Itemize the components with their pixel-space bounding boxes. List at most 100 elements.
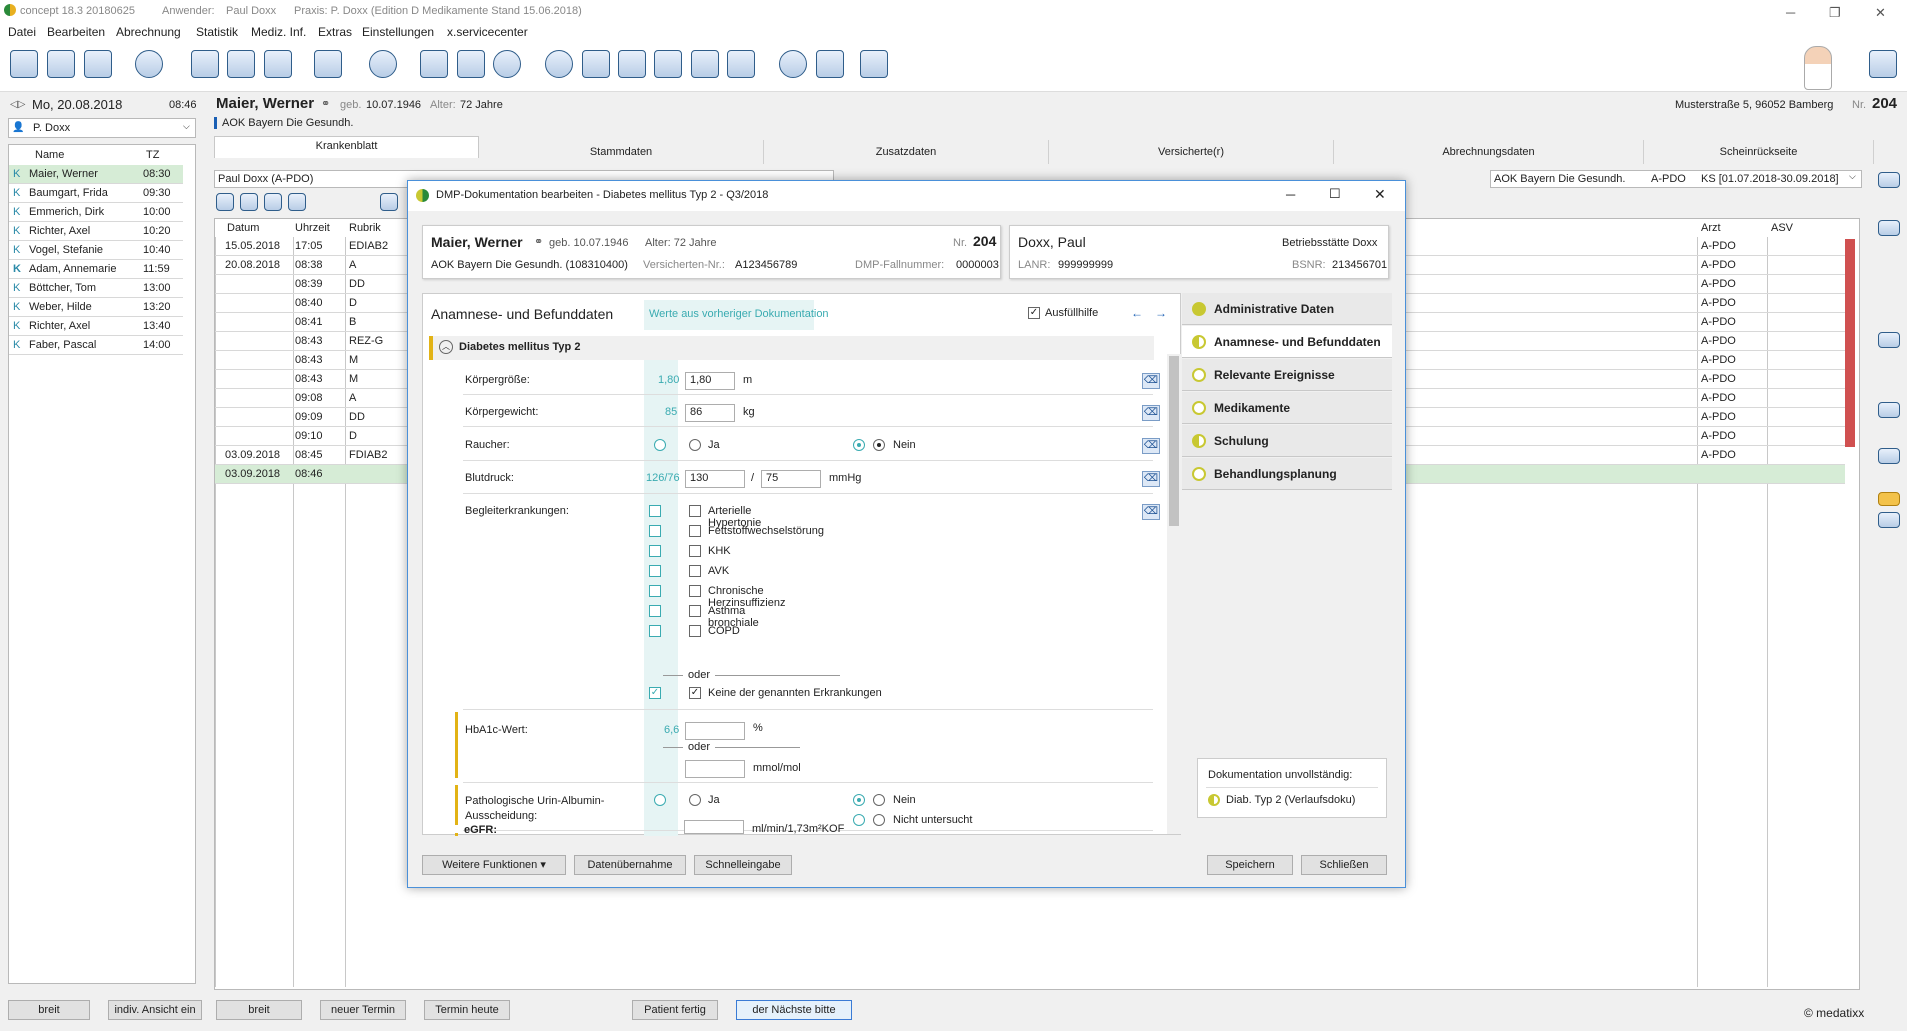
doc-status-item[interactable]: Diab. Typ 2 (Verlaufsdoku) — [1226, 794, 1355, 806]
monitor-icon[interactable] — [618, 50, 646, 78]
side-dd-icon[interactable] — [1878, 402, 1900, 418]
archive-icon[interactable] — [816, 50, 844, 78]
home-icon[interactable] — [727, 50, 755, 78]
tab-abrechnungsdaten[interactable]: Abrechnungsdaten — [1334, 140, 1644, 164]
hba1c-percent-input[interactable] — [685, 722, 745, 740]
raucher-nein-radio[interactable] — [873, 439, 885, 451]
clear-koerpergroesse-icon[interactable]: ⌫ — [1142, 373, 1160, 389]
dialog-close-icon[interactable]: ✕ — [1374, 186, 1386, 203]
side-check-icon[interactable] — [1878, 512, 1900, 528]
begleit-checkbox[interactable] — [689, 545, 701, 557]
group-header[interactable]: ︿ Diabetes mellitus Typ 2 — [429, 336, 1154, 360]
raucher-ja-radio[interactable] — [689, 439, 701, 451]
exit-icon[interactable] — [1869, 50, 1897, 78]
restore-icon[interactable]: ❐ — [1829, 5, 1841, 21]
mail-block-icon[interactable] — [369, 50, 397, 78]
tab-krankenblatt[interactable]: Krankenblatt — [214, 136, 479, 158]
tab-zusatzdaten[interactable]: Zusatzdaten — [764, 140, 1049, 164]
patient-list-item[interactable]: K Faber, Pascal 14:00 — [9, 336, 183, 355]
menu-einstellungen[interactable]: Einstellungen — [362, 25, 434, 39]
urin-ja-radio[interactable] — [689, 794, 701, 806]
breit-button[interactable]: breit — [216, 1000, 302, 1020]
menu-datei[interactable]: Datei — [8, 25, 36, 39]
egfr-input[interactable] — [684, 820, 744, 834]
info-icon[interactable] — [860, 50, 888, 78]
doc-settings-icon[interactable] — [288, 193, 306, 211]
menu-statistik[interactable]: Statistik — [196, 25, 238, 39]
begleit-checkbox[interactable] — [689, 605, 701, 617]
refresh-icon[interactable] — [779, 50, 807, 78]
begleit-checkbox[interactable] — [689, 525, 701, 537]
tab-stammdaten[interactable]: Stammdaten — [479, 140, 764, 164]
day-nav-icon[interactable]: ◁▷ — [10, 99, 25, 110]
menu-bearbeiten[interactable]: Bearbeiten — [47, 25, 105, 39]
patient-list-item[interactable]: K Adam, Annemarie 11:59 — [9, 260, 183, 279]
indiv-view-button[interactable]: indiv. Ansicht ein — [108, 1000, 202, 1020]
side-chart-icon[interactable] — [1878, 332, 1900, 348]
billing-icon[interactable] — [691, 50, 719, 78]
nav-anamnese[interactable]: Anamnese- und Befunddaten — [1182, 326, 1392, 358]
form-scrollbar[interactable] — [1167, 354, 1181, 834]
calendar-icon[interactable] — [582, 50, 610, 78]
urin-nicht-radio[interactable] — [873, 814, 885, 826]
save-button[interactable]: Speichern — [1207, 855, 1293, 875]
nav-behandlungsplanung[interactable]: Behandlungsplanung — [1182, 458, 1392, 490]
weitere-funktionen-button[interactable]: Weitere Funktionen ▾ — [422, 855, 566, 875]
form-scrollbar-thumb[interactable] — [1169, 356, 1179, 526]
bd-diastolic-input[interactable]: 75 — [761, 470, 821, 488]
clear-blutdruck-icon[interactable]: ⌫ — [1142, 471, 1160, 487]
records-icon[interactable] — [191, 50, 219, 78]
doc-edit-icon[interactable] — [264, 193, 282, 211]
patient-list-item[interactable]: K Richter, Axel 10:20 — [9, 222, 183, 241]
globe-icon[interactable] — [493, 50, 521, 78]
keine-checkbox[interactable]: ✓ — [689, 687, 701, 699]
clear-begleit-icon[interactable]: ⌫ — [1142, 504, 1160, 520]
nav-ereignisse[interactable]: Relevante Ereignisse — [1182, 359, 1392, 391]
side-doc-icon[interactable] — [1878, 448, 1900, 464]
patient-list-item[interactable]: K Weber, Hilde 13:20 — [9, 298, 183, 317]
mail-icon[interactable] — [420, 50, 448, 78]
datenuebernahme-button[interactable]: Datenübernahme — [574, 855, 686, 875]
dialog-minimize-icon[interactable]: ─ — [1286, 187, 1295, 202]
mail-send-icon[interactable] — [457, 50, 485, 78]
patient-add-icon[interactable] — [84, 50, 112, 78]
arrow-right-icon[interactable]: → — [1155, 306, 1167, 320]
patient-list-item[interactable]: K Vogel, Stefanie 10:40 — [9, 241, 183, 260]
tab-versicherte[interactable]: Versicherte(r) — [1049, 140, 1334, 164]
side-card-icon[interactable] — [1878, 172, 1900, 188]
gewicht-input[interactable]: 86 — [685, 404, 735, 422]
collapse-icon[interactable]: ︿ — [439, 340, 453, 354]
menu-mediz-inf[interactable]: Mediz. Inf. — [251, 25, 306, 39]
chart-icon[interactable] — [654, 50, 682, 78]
patient-list-item[interactable]: K Böttcher, Tom 13:00 — [9, 279, 183, 298]
search-icon[interactable] — [135, 50, 163, 78]
side-camera-icon[interactable] — [1878, 220, 1900, 236]
doctor-select[interactable]: 👤 P. Doxx ⌵ — [8, 118, 196, 138]
bd-systolic-input[interactable]: 130 — [685, 470, 745, 488]
nav-administrative[interactable]: Administrative Daten — [1182, 293, 1392, 325]
patient-list-item[interactable]: K Maier, Werner 08:30 — [9, 165, 183, 184]
appointment-today-button[interactable]: Termin heute — [424, 1000, 510, 1020]
side-dmp-icon[interactable] — [1878, 492, 1900, 506]
begleit-checkbox[interactable] — [689, 585, 701, 597]
menu-abrechnung[interactable]: Abrechnung — [116, 25, 181, 39]
koerpergroesse-input[interactable]: 1,80 — [685, 372, 735, 390]
patient-list-item[interactable]: K Emmerich, Dirk 10:00 — [9, 203, 183, 222]
menu-servicecenter[interactable]: x.servicecenter — [447, 25, 528, 39]
nav-medikamente[interactable]: Medikamente — [1182, 392, 1392, 424]
dialog-maximize-icon[interactable]: ☐ — [1329, 186, 1341, 202]
menu-extras[interactable]: Extras — [318, 25, 352, 39]
patient-list-item[interactable]: K Richter, Axel 13:40 — [9, 317, 183, 336]
schnelleingabe-button[interactable]: Schnelleingabe — [694, 855, 792, 875]
patient-done-button[interactable]: Patient fertig — [632, 1000, 718, 1020]
breit-button-left[interactable]: breit — [8, 1000, 90, 1020]
urin-nein-radio[interactable] — [873, 794, 885, 806]
clear-gewicht-icon[interactable]: ⌫ — [1142, 405, 1160, 421]
chart-line-icon[interactable] — [380, 193, 398, 211]
clock-icon[interactable] — [545, 50, 573, 78]
begleit-checkbox[interactable] — [689, 625, 701, 637]
close-button[interactable]: Schließen — [1301, 855, 1387, 875]
patient-list-item[interactable]: K Baumgart, Frida 09:30 — [9, 184, 183, 203]
nav-schulung[interactable]: Schulung — [1182, 425, 1392, 457]
ausfuellhilfe-checkbox[interactable]: ✓ — [1028, 307, 1040, 319]
